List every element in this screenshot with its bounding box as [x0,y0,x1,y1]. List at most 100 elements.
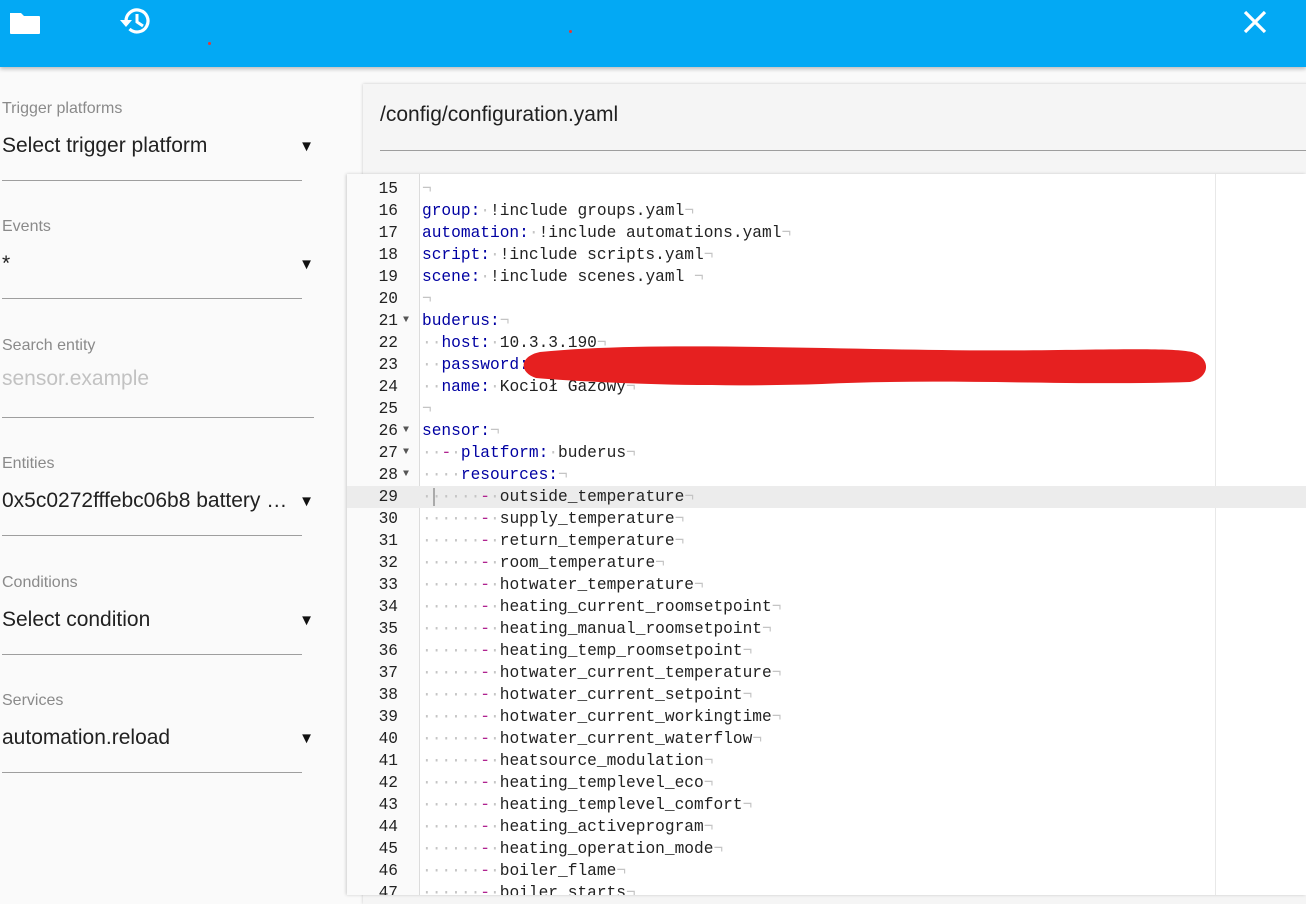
history-icon[interactable] [119,5,153,37]
indent-guide: ······ [422,840,481,858]
yaml-value: hotwater_current_setpoint [499,686,743,704]
fold-arrow-icon[interactable]: ▼ [403,420,409,442]
eol-mark: ¬ [558,466,568,484]
code-line[interactable]: 42 ······-·heating_templevel_eco¬ [347,772,1306,794]
fold-arrow-icon[interactable]: ▼ [403,442,409,464]
dropdown-arrow-icon[interactable]: ▼ [299,612,314,629]
search-entity-input[interactable] [2,367,302,391]
line-content: ··-·platform:·buderus¬ [422,442,636,464]
code-line[interactable]: 21 ▼ buderus:¬ [347,310,1306,332]
yaml-value: room_temperature [499,554,656,572]
code-line[interactable]: 34 ······-·heating_current_roomsetpoint¬ [347,596,1306,618]
yaml-key: automation: [422,224,529,242]
code-line[interactable]: 40 ······-·hotwater_current_waterflow¬ [347,728,1306,750]
code-line[interactable]: 27 ▼ ··-·platform:·buderus¬ [347,442,1306,464]
dropdown-arrow-icon[interactable]: ▼ [299,138,314,155]
list-dash: - [480,686,491,704]
code-line[interactable]: 28 ▼ ····resources:¬ [347,464,1306,486]
close-icon[interactable] [1242,9,1268,35]
whitespace-dot: · [490,488,500,506]
indent-guide: ·· [422,444,442,462]
whitespace-dot: · [490,620,500,638]
whitespace-dot: · [451,444,461,462]
code-line[interactable]: 26 ▼ sensor:¬ [347,420,1306,442]
code-line[interactable]: 47 ······-·boiler_starts¬ [347,882,1306,895]
line-content: ······-·hotwater_current_setpoint¬ [422,684,752,706]
eol-mark: ¬ [694,576,704,594]
code-line[interactable]: 30 ······-·supply_temperature¬ [347,508,1306,530]
eol-mark: ¬ [674,532,685,550]
code-line[interactable]: 17 automation:·!include automations.yaml¬ [347,222,1306,244]
code-line[interactable]: 16 group:·!include groups.yaml¬ [347,200,1306,222]
code-line[interactable]: 20 ¬ [347,288,1306,310]
yaml-value: !include scenes.yaml [490,268,695,286]
whitespace-dot: · [480,268,491,286]
whitespace-dot: · [490,708,500,726]
list-dash: - [480,488,491,506]
code-line[interactable]: 35 ······-·heating_manual_roomsetpoint¬ [347,618,1306,640]
code-editor[interactable]: 15 ¬ 16 group:·!include groups.yaml¬ 17 autom… [347,174,1306,895]
line-content: ······-·heating_manual_roomsetpoint¬ [422,618,772,640]
whitespace-dot: · [490,774,500,792]
line-number: 34 [378,598,398,616]
indent-guide: ······ [422,862,481,880]
indent-guide: ·· [422,356,442,374]
yaml-key: name: [441,378,491,396]
whitespace-dot: · [490,818,500,836]
code-line[interactable]: 38 ······-·hotwater_current_setpoint¬ [347,684,1306,706]
dropdown-arrow-icon[interactable]: ▼ [299,493,314,510]
events-value[interactable]: * [2,252,292,276]
code-line[interactable]: 25 ¬ [347,398,1306,420]
eol-mark: ¬ [626,444,636,462]
dropdown-arrow-icon[interactable]: ▼ [299,730,314,747]
line-content: ¬ [422,288,432,310]
folder-icon[interactable] [9,11,41,35]
yaml-key: platform: [460,444,549,462]
yaml-value: hotwater_current_temperature [499,664,772,682]
entities-label: Entities [2,455,55,472]
whitespace-dot: · [490,796,500,814]
line-content: ······-·outside_temperature¬ [422,486,694,508]
code-line[interactable]: 33 ······-·hotwater_temperature¬ [347,574,1306,596]
line-number: 15 [378,180,398,198]
list-dash: - [480,840,491,858]
code-line[interactable]: 45 ······-·heating_operation_mode¬ [347,838,1306,860]
eol-mark: ¬ [422,180,432,198]
eol-mark: ¬ [762,620,772,638]
code-line[interactable]: 37 ······-·hotwater_current_temperature¬ [347,662,1306,684]
code-line[interactable]: 39 ······-·hotwater_current_workingtime¬ [347,706,1306,728]
code-line[interactable]: 18 script:·!include scripts.yaml¬ [347,244,1306,266]
services-value[interactable]: automation.reload [2,726,292,750]
line-number: 45 [378,840,398,858]
indent-guide: ······ [422,686,481,704]
whitespace-dot: · [490,378,500,396]
line-number: 16 [378,202,398,220]
fold-arrow-icon[interactable]: ▼ [403,310,409,332]
code-line[interactable]: 43 ······-·heating_templevel_comfort¬ [347,794,1306,816]
entities-value[interactable]: 0x5c0272fffebc06b8 battery (sensor.0x5c0… [2,489,292,513]
line-number: 21 [378,312,398,330]
code-line[interactable]: 29 ······-·outside_temperature¬ [347,486,1306,508]
line-number: 20 [378,290,398,308]
whitespace-dot: · [490,752,500,770]
code-line[interactable]: 32 ······-·room_temperature¬ [347,552,1306,574]
yaml-value: hotwater_temperature [499,576,695,594]
eol-mark: ¬ [752,730,763,748]
code-line[interactable]: 31 ······-·return_temperature¬ [347,530,1306,552]
line-number: 22 [378,334,398,352]
fold-arrow-icon[interactable]: ▼ [403,464,409,486]
yaml-value: heating_activeprogram [499,818,704,836]
code-line[interactable]: 36 ······-·heating_temp_roomsetpoint¬ [347,640,1306,662]
code-line[interactable]: 15 ¬ [347,178,1306,200]
trigger-platform-value[interactable]: Select trigger platform [2,134,292,158]
conditions-value[interactable]: Select condition [2,608,292,632]
code-line[interactable]: 41 ······-·heatsource_modulation¬ [347,750,1306,772]
code-line[interactable]: 19 scene:·!include scenes.yaml ¬ [347,266,1306,288]
eol-mark: ¬ [771,664,782,682]
whitespace-dot: · [490,730,500,748]
whitespace-dot: · [490,510,500,528]
eol-mark: ¬ [684,488,695,506]
code-line[interactable]: 44 ······-·heating_activeprogram¬ [347,816,1306,838]
dropdown-arrow-icon[interactable]: ▼ [299,256,314,273]
code-line[interactable]: 46 ······-·boiler_flame¬ [347,860,1306,882]
